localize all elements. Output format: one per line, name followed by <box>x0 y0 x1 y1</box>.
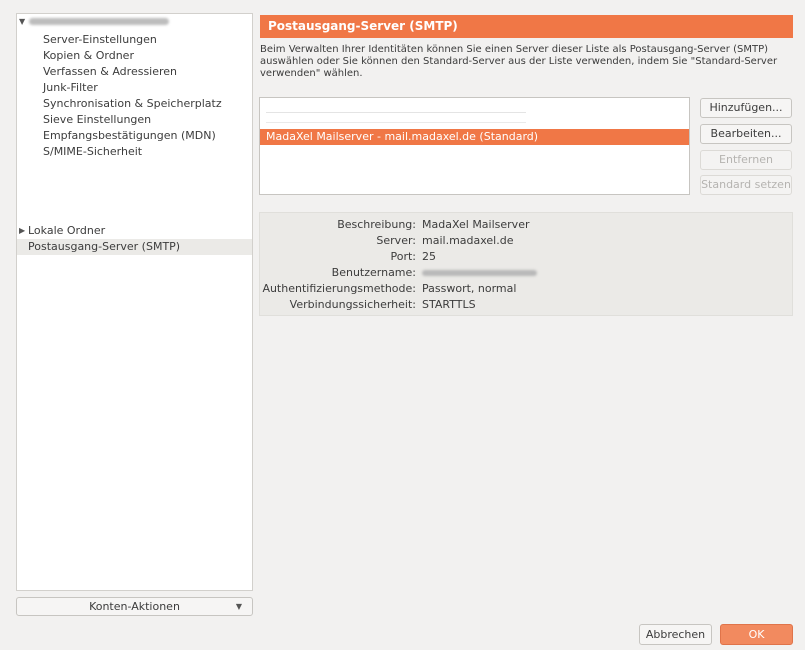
tree-item-composition[interactable]: Verfassen & Adressieren <box>17 64 252 80</box>
dropdown-arrow-icon: ▼ <box>235 602 242 611</box>
tree-item-sieve[interactable]: Sieve Einstellungen <box>17 112 252 128</box>
blurred-username <box>422 270 537 276</box>
cancel-button[interactable]: Abbrechen <box>639 624 712 645</box>
list-divider <box>266 112 526 113</box>
add-button[interactable]: Hinzufügen... <box>700 98 792 118</box>
detail-row: Port: 25 <box>390 250 436 263</box>
description-text: Beim Verwalten Ihrer Identitäten können … <box>260 44 778 79</box>
server-details: Beschreibung: MadaXel Mailserver Server:… <box>259 212 793 316</box>
tree-item-copies-folders[interactable]: Kopien & Ordner <box>17 48 252 64</box>
blurred-account-name <box>29 18 169 25</box>
tree-item-outgoing-server[interactable]: Postausgang-Server (SMTP) <box>17 239 252 255</box>
tree-item-local-folders[interactable]: ▶ Lokale Ordner <box>17 223 252 239</box>
page-title: Postausgang-Server (SMTP) <box>260 15 793 38</box>
server-list-item[interactable]: MadaXel Mailserver - mail.madaxel.de (St… <box>260 129 689 145</box>
detail-row: Benutzername: <box>260 265 794 281</box>
detail-row: Server: mail.madaxel.de <box>376 234 514 247</box>
tree-item-sync-storage[interactable]: Synchronisation & Speicherplatz <box>17 96 252 112</box>
detail-row: Verbindungssicherheit: STARTTLS <box>289 298 476 311</box>
tree-item-account[interactable]: ▼ <box>17 14 252 30</box>
set-default-button[interactable]: Standard setzen <box>700 175 792 195</box>
tree-item-mdn[interactable]: Empfangsbestätigungen (MDN) <box>17 128 252 144</box>
edit-button[interactable]: Bearbeiten... <box>700 124 792 144</box>
ok-button[interactable]: OK <box>720 624 793 645</box>
server-list[interactable]: MadaXel Mailserver - mail.madaxel.de (St… <box>259 97 690 195</box>
tree-item-smime[interactable]: S/MIME-Sicherheit <box>17 144 252 160</box>
tree-item-server-settings[interactable]: Server-Einstellungen <box>17 32 252 48</box>
list-divider <box>266 122 526 123</box>
detail-row: Beschreibung: MadaXel Mailserver <box>337 218 530 231</box>
account-tree[interactable]: ▼ Server-Einstellungen Kopien & Ordner V… <box>16 13 253 591</box>
collapsed-arrow-icon[interactable]: ▶ <box>19 223 25 239</box>
detail-row: Authentifizierungsmethode: Passwort, nor… <box>262 282 517 295</box>
expanded-arrow-icon[interactable]: ▼ <box>19 14 25 30</box>
remove-button[interactable]: Entfernen <box>700 150 792 170</box>
account-actions-button[interactable]: Konten-Aktionen ▼ <box>16 597 253 616</box>
tree-item-junk-filter[interactable]: Junk-Filter <box>17 80 252 96</box>
